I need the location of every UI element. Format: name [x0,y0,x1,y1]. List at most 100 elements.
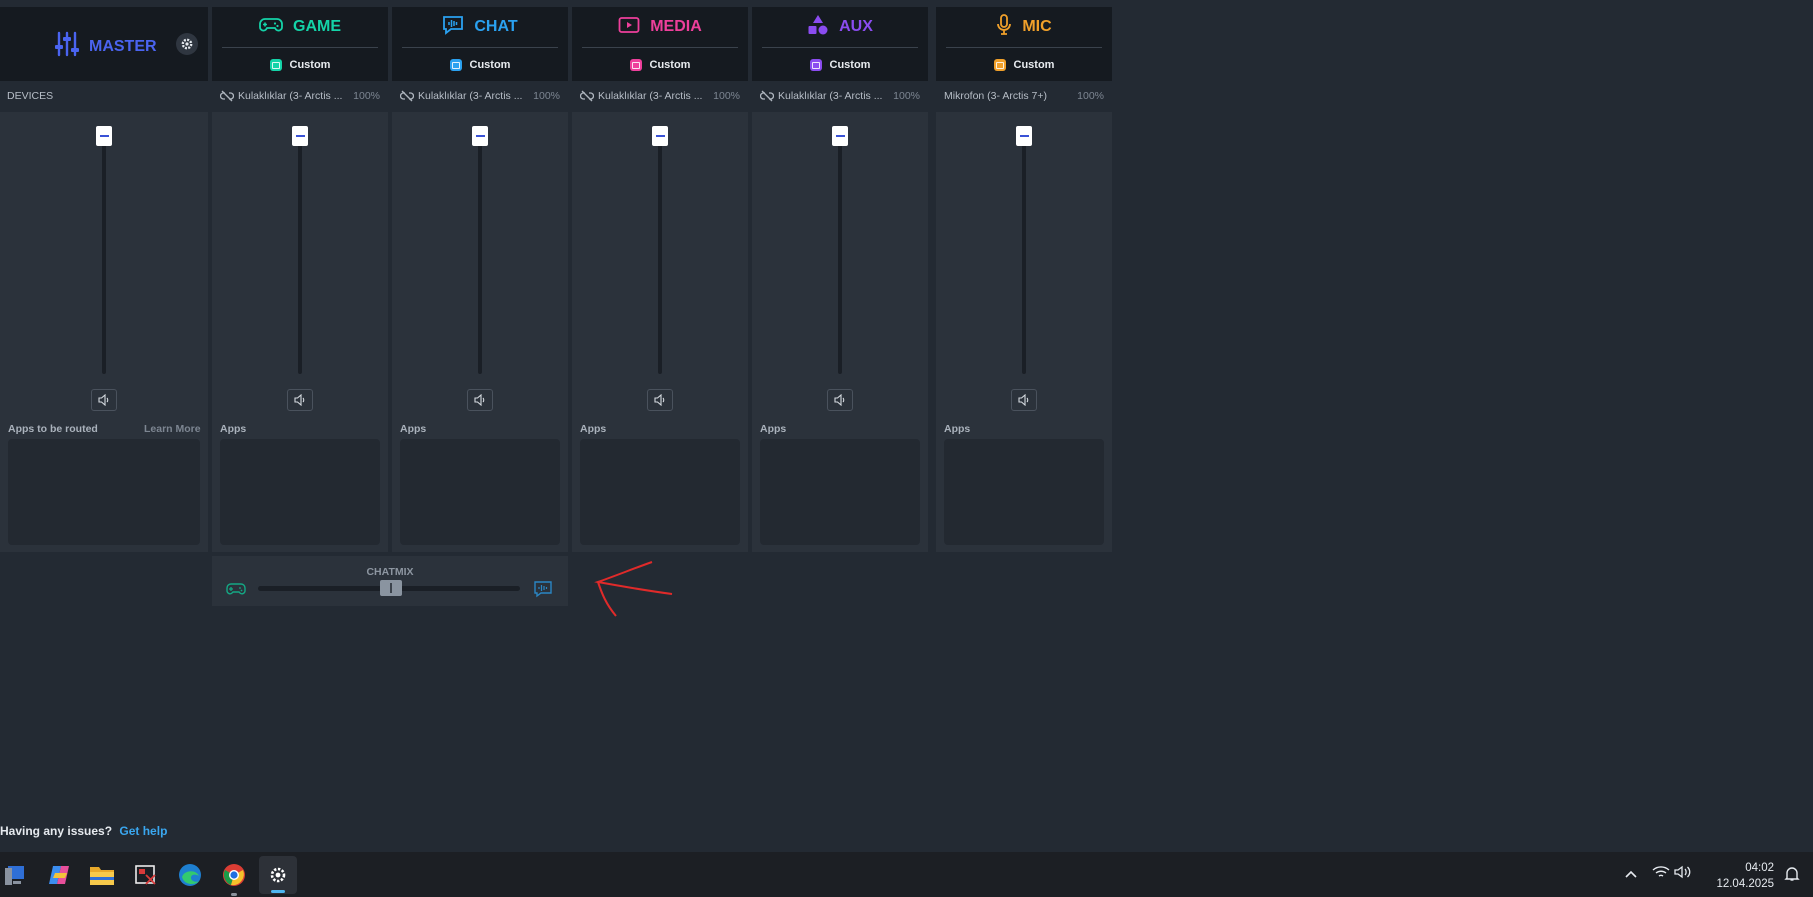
mic-preset-icon [993,59,1006,71]
get-help-link[interactable]: Get help [119,824,167,838]
chat-device-percent: 100% [533,90,560,102]
chatmix-panel: CHATMIX [212,556,568,606]
mic-preset-selector[interactable]: Custom [936,48,1112,82]
mic-mute-button[interactable] [1011,389,1037,411]
chat-mute-button[interactable] [467,389,493,411]
mic-device-percent: 100% [1077,90,1104,102]
media-apps-box [580,439,740,545]
media-device-percent: 100% [713,90,740,102]
speaker-icon [654,394,665,406]
notification-bell-icon[interactable] [1784,866,1800,887]
media-preset-icon [629,59,642,71]
mic-header: MIC Custom [936,7,1112,81]
media-mute-button[interactable] [647,389,673,411]
wifi-icon[interactable] [1652,865,1670,884]
speaker-icon [98,394,109,406]
unlinked-icon [400,90,414,102]
media-icon [618,16,640,39]
master-fader-track[interactable] [102,138,106,374]
media-fader-track[interactable] [658,138,662,374]
issues-text: Having any issues? [0,824,113,838]
mic-title: MIC [1022,18,1052,35]
aux-device-percent: 100% [893,90,920,102]
mic-device-name: Mikrofon (3- Arctis 7+) [944,90,1047,102]
media-preset-selector[interactable]: Custom [572,48,748,82]
chat-apps-label: Apps [400,423,427,435]
master-title: MASTER [89,37,157,55]
game-icon [259,16,283,39]
chat-fader-track[interactable] [478,138,482,374]
chat-preset-icon [449,59,462,71]
clock-time: 04:02 [1745,862,1774,874]
media-device-name: Kulaklıklar (3- Arctis ... [598,90,703,102]
media-header: MEDIA Custom [572,7,748,81]
master-fader-knob[interactable] [96,126,112,146]
game-device-row[interactable]: Kulaklıklar (3- Arctis ... 100% [220,84,380,108]
taskbar-steelseries-icon[interactable] [259,856,297,894]
aux-mute-button[interactable] [827,389,853,411]
media-fader-knob[interactable] [652,126,668,146]
game-apps-label: Apps [220,423,247,435]
mic-preset-label: Custom [1013,59,1055,71]
mic-fader-knob[interactable] [1016,126,1032,146]
unlinked-icon [760,90,774,102]
taskbar-pc-icon[interactable] [2,860,32,890]
chat-apps-box [400,439,560,545]
aux-device-name: Kulaklıklar (3- Arctis ... [778,90,883,102]
media-apps-label: Apps [580,423,607,435]
game-preset-icon [269,59,282,71]
master-mute-button[interactable] [91,389,117,411]
taskbar-copilot-icon[interactable] [44,860,74,890]
gear-icon [181,38,193,50]
speaker-icon [1018,394,1029,406]
clock[interactable]: 04:02 12.04.2025 [1712,860,1774,892]
chat-title-row: CHAT [392,7,568,47]
chatmix-label: CHATMIX [366,566,414,578]
aux-title: AUX [839,18,873,35]
chevron-up-icon[interactable] [1624,866,1638,884]
mic-device-row[interactable]: Mikrofon (3- Arctis 7+) 100% [944,84,1104,108]
aux-apps-label: Apps [760,423,787,435]
aux-preset-selector[interactable]: Custom [752,48,928,82]
volume-icon[interactable] [1674,865,1692,884]
chat-preset-selector[interactable]: Custom [392,48,568,82]
master-settings-button[interactable] [176,33,198,55]
mic-icon [996,13,1012,41]
learn-more-link[interactable]: Learn More [144,423,201,435]
taskbar-chrome-icon[interactable] [219,860,249,896]
gamepad-icon [226,581,246,602]
aux-device-row[interactable]: Kulaklıklar (3- Arctis ... 100% [760,84,920,108]
game-preset-label: Custom [289,59,331,71]
game-title-row: GAME [212,7,388,47]
master-title-row: MASTER [55,31,157,62]
master-header: MASTER [0,7,208,81]
media-title-row: MEDIA [572,7,748,47]
chat-device-row[interactable]: Kulaklıklar (3- Arctis ... 100% [400,84,560,108]
media-title: MEDIA [650,18,702,35]
chatmix-knob[interactable] [380,580,402,596]
game-preset-selector[interactable]: Custom [212,48,388,82]
unlinked-icon [220,90,234,102]
game-mute-button[interactable] [287,389,313,411]
game-title: GAME [293,18,341,35]
game-apps-box [220,439,380,545]
game-fader-knob[interactable] [292,126,308,146]
master-apps-label: Apps to be routed [8,423,98,435]
mic-fader-track[interactable] [1022,138,1026,374]
game-device-percent: 100% [353,90,380,102]
media-device-row[interactable]: Kulaklıklar (3- Arctis ... 100% [580,84,740,108]
chat-fader-knob[interactable] [472,126,488,146]
red-arrow-annotation [594,561,673,617]
taskbar-edge-icon[interactable] [175,860,205,890]
media-preset-label: Custom [649,59,691,71]
chat-icon [442,15,464,40]
clock-date: 12.04.2025 [1716,878,1774,890]
taskbar-snipping-icon[interactable] [131,860,161,890]
mic-apps-label: Apps [944,423,971,435]
speaker-icon [294,394,305,406]
taskbar-folder-icon[interactable] [87,860,117,890]
game-fader-track[interactable] [298,138,302,374]
aux-fader-knob[interactable] [832,126,848,146]
aux-fader-track[interactable] [838,138,842,374]
chat-title: CHAT [474,18,518,35]
